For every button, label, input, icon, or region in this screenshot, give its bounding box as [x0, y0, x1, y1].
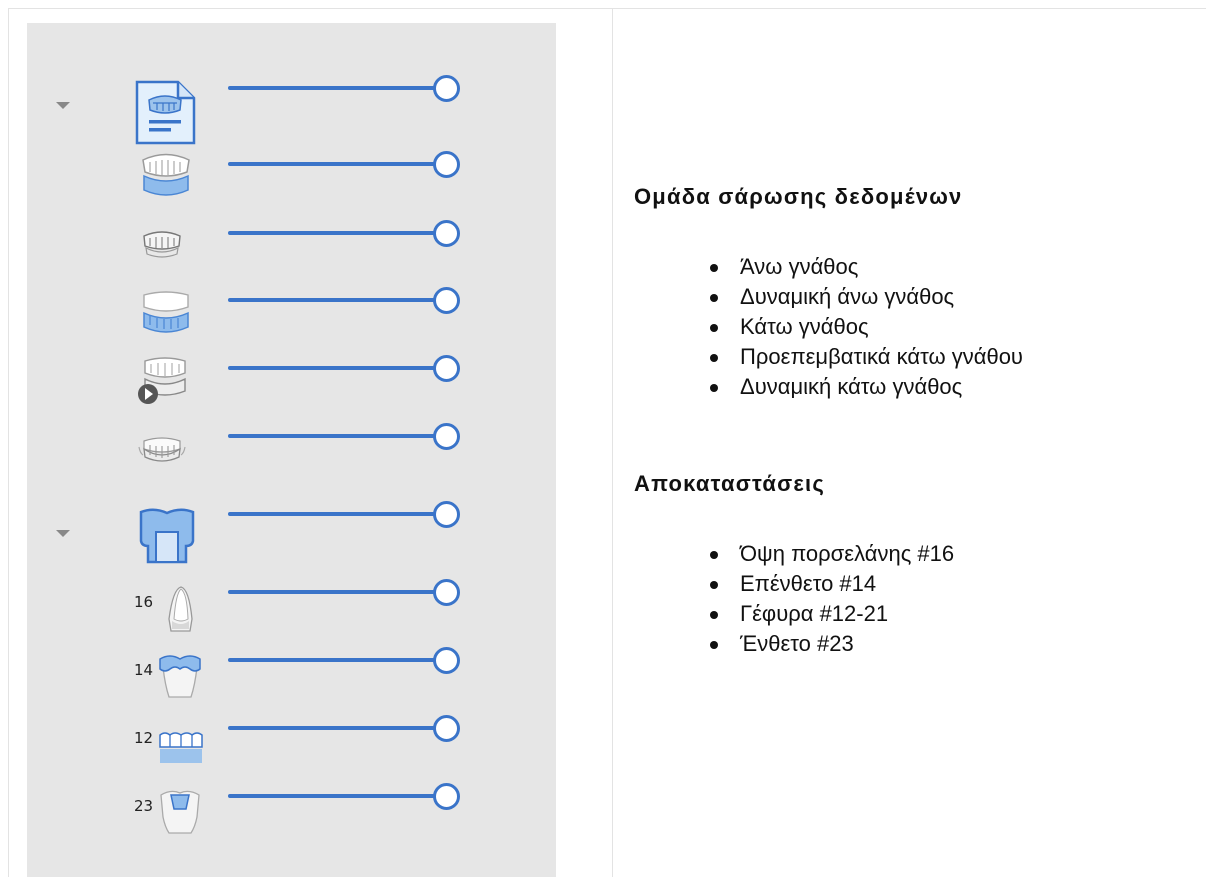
frame-left-border	[8, 8, 9, 877]
opacity-slider[interactable]	[228, 781, 460, 811]
opacity-slider[interactable]	[228, 353, 460, 383]
slider-track	[228, 298, 446, 302]
bullet-icon	[710, 324, 718, 332]
collapse-arrow-icon[interactable]	[56, 530, 70, 537]
slider-track	[228, 794, 446, 798]
bullet-icon	[710, 551, 718, 559]
layer-panel: 16 14 12 23	[27, 23, 556, 877]
slider-knob[interactable]	[433, 355, 460, 382]
bullet-icon	[710, 264, 718, 272]
slider-track	[228, 434, 446, 438]
slider-track	[228, 366, 446, 370]
lower-jaw-icon	[143, 291, 189, 333]
list-item: Γέφυρα #12-21	[706, 599, 954, 629]
tooth-number-label: 23	[134, 797, 154, 815]
layer-row-upper-jaw-dynamic	[27, 218, 556, 278]
opacity-slider[interactable]	[228, 285, 460, 315]
list-item: Ένθετο #23	[706, 629, 954, 659]
opacity-slider[interactable]	[228, 645, 460, 675]
bridge-icon	[159, 732, 203, 763]
layer-row-lower-jaw-dynamic	[27, 421, 556, 481]
tooth-number-label: 12	[134, 729, 154, 747]
list-item: Επένθετο #14	[706, 569, 954, 599]
slider-track	[228, 231, 446, 235]
list-item: Προεπεμβατικά κάτω γνάθου	[706, 342, 1023, 372]
slider-track	[228, 162, 446, 166]
frame-top-border	[8, 8, 1206, 9]
slider-knob[interactable]	[433, 75, 460, 102]
layer-row-bridge-12-21: 12	[27, 713, 556, 773]
layer-row-onlay-14: 14	[27, 645, 556, 705]
slider-knob[interactable]	[433, 715, 460, 742]
layer-row-restorations-group	[27, 499, 556, 564]
bullet-icon	[710, 641, 718, 649]
layer-row-inlay-23: 23	[27, 781, 556, 841]
list-item: Άνω γνάθος	[706, 252, 1023, 282]
opacity-slider[interactable]	[228, 73, 460, 103]
list-item: Κάτω γνάθος	[706, 312, 1023, 342]
collapse-arrow-icon[interactable]	[56, 102, 70, 109]
slider-track	[228, 86, 446, 90]
slider-knob[interactable]	[433, 783, 460, 810]
opacity-slider[interactable]	[228, 577, 460, 607]
bullet-icon	[710, 294, 718, 302]
bullet-icon	[710, 354, 718, 362]
lower-jaw-play-icon	[138, 357, 186, 404]
onlay-icon	[159, 655, 201, 698]
restorations-list: Όψη πορσελάνης #16 Επένθετο #14 Γέφυρα #…	[706, 539, 954, 659]
tooth-number-label: 16	[134, 593, 154, 611]
layer-row-upper-jaw	[27, 149, 556, 209]
opacity-slider[interactable]	[228, 499, 460, 529]
slider-knob[interactable]	[433, 151, 460, 178]
section-heading-restorations: Αποκαταστάσεις	[634, 471, 825, 496]
slider-knob[interactable]	[433, 647, 460, 674]
list-item: Όψη πορσελάνης #16	[706, 539, 954, 569]
slider-knob[interactable]	[433, 423, 460, 450]
inlay-icon	[160, 790, 200, 834]
frame-divider	[612, 8, 613, 877]
slider-knob[interactable]	[433, 220, 460, 247]
opacity-slider[interactable]	[228, 149, 460, 179]
slider-track	[228, 726, 446, 730]
slider-track	[228, 590, 446, 594]
lower-jaw-small-icon	[138, 437, 186, 462]
tooth-number-label: 14	[134, 661, 154, 679]
document-jaw-icon	[135, 80, 196, 145]
opacity-slider[interactable]	[228, 421, 460, 451]
slider-knob[interactable]	[433, 287, 460, 314]
section-heading-scan-data: Ομάδα σάρωσης δεδομένων	[634, 184, 963, 209]
layer-row-veneer-16: 16	[27, 577, 556, 637]
veneer-icon	[168, 586, 193, 632]
bullet-icon	[710, 581, 718, 589]
opacity-slider[interactable]	[228, 218, 460, 248]
layer-row-scan-group	[27, 73, 556, 145]
upper-jaw-icon	[142, 153, 190, 196]
upper-jaw-small-icon	[143, 231, 181, 258]
slider-knob[interactable]	[433, 579, 460, 606]
bullet-icon	[710, 611, 718, 619]
bullet-icon	[710, 384, 718, 392]
layer-row-lower-jaw	[27, 285, 556, 345]
layer-row-lower-jaw-preop	[27, 353, 556, 413]
opacity-slider[interactable]	[228, 713, 460, 743]
list-item: Δυναμική άνω γνάθος	[706, 282, 1023, 312]
slider-track	[228, 512, 446, 516]
slider-knob[interactable]	[433, 501, 460, 528]
scan-data-list: Άνω γνάθος Δυναμική άνω γνάθος Κάτω γνάθ…	[706, 252, 1023, 402]
slider-track	[228, 658, 446, 662]
list-item: Δυναμική κάτω γνάθος	[706, 372, 1023, 402]
crown-icon	[139, 508, 195, 564]
